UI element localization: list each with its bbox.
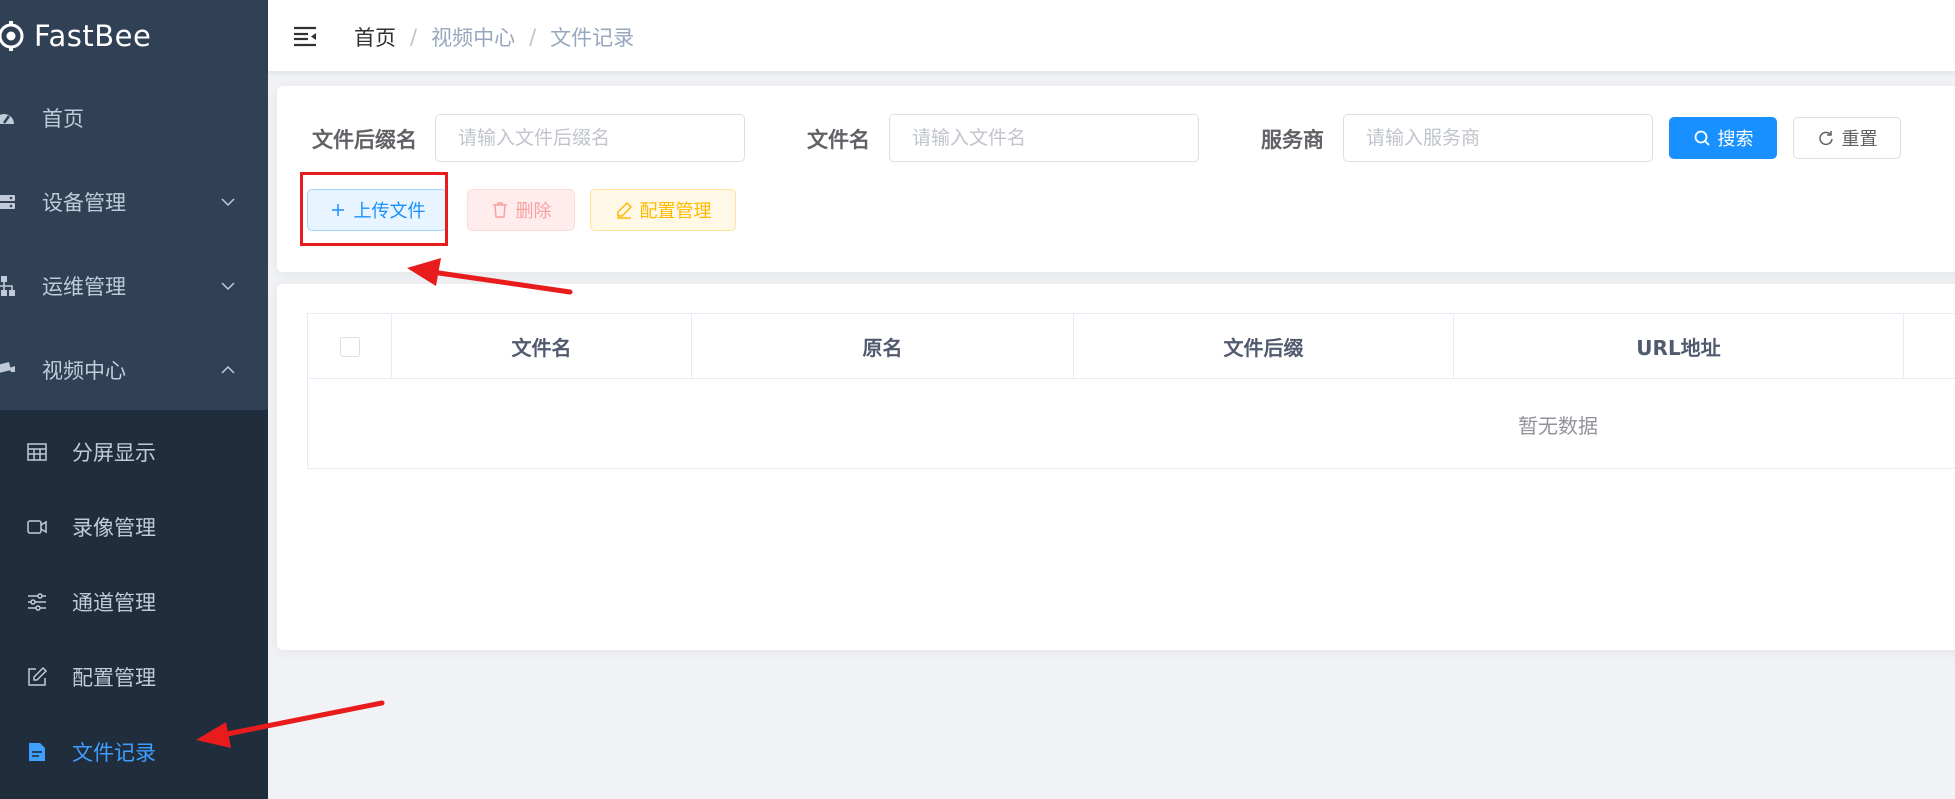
video-submenu: 分屏显示 录像管理 通道管理 配置管理 文件记录 (0, 410, 268, 799)
sidebar-item-label: 设备管理 (42, 191, 126, 215)
column-header-suffix[interactable]: 文件后缀 (1074, 314, 1454, 379)
sidebar-item-video-center[interactable]: 视频中心 (0, 328, 268, 412)
fastbee-logo-icon (0, 21, 24, 51)
column-header-url[interactable]: URL地址 (1454, 314, 1904, 379)
suffix-input[interactable] (435, 114, 745, 162)
sidebar-item-channel-management[interactable]: 通道管理 (0, 564, 268, 639)
config-management-button[interactable]: 配置管理 (590, 189, 736, 231)
reset-button[interactable]: 重置 (1793, 117, 1901, 159)
refresh-icon (1818, 131, 1833, 146)
sidebar-item-label: 文件记录 (72, 740, 156, 765)
select-all-checkbox[interactable] (339, 336, 360, 357)
edit-pen-icon (616, 201, 632, 219)
sidebar-item-file-records[interactable]: 文件记录 (0, 714, 268, 789)
tree-structure-icon (0, 276, 15, 296)
empty-table-text: 暂无数据 (1518, 413, 1598, 438)
column-header-original-name[interactable]: 原名 (692, 314, 1074, 379)
sidebar-item-label: 首页 (42, 107, 84, 131)
chevron-down-icon (221, 282, 235, 291)
sidebar-item-label: 运维管理 (42, 275, 126, 299)
file-records-table: 文件名 原名 文件后缀 URL地址 暂无数据 (307, 313, 1955, 469)
chevron-up-icon (221, 365, 235, 374)
video-icon (27, 519, 47, 534)
breadcrumb-current: 文件记录 (550, 26, 635, 50)
trash-icon (492, 202, 507, 218)
sidebar-item-recording-management[interactable]: 录像管理 (0, 489, 268, 564)
sidebar-item-label: 录像管理 (72, 515, 156, 540)
breadcrumb-home[interactable]: 首页 (354, 22, 396, 52)
camera-icon (0, 362, 15, 373)
filename-input[interactable] (889, 114, 1199, 162)
search-button-label: 搜索 (1717, 129, 1754, 150)
breadcrumb-section: 视频中心 (431, 26, 516, 50)
config-management-button-label: 配置管理 (639, 201, 712, 222)
suffix-label: 文件后缀名 (312, 128, 417, 152)
provider-input[interactable] (1343, 114, 1653, 162)
logo[interactable]: FastBee (0, 0, 268, 72)
sidebar-item-label: 配置管理 (72, 665, 156, 690)
search-icon (1694, 130, 1710, 146)
edit-icon (28, 666, 48, 686)
column-header-filename[interactable]: 文件名 (392, 314, 692, 379)
sidebar-item-label: 分屏显示 (72, 440, 156, 465)
sidebar-item-label: 视频中心 (42, 359, 126, 383)
sidebar-item-config-management[interactable]: 配置管理 (0, 639, 268, 714)
table-card: 文件名 原名 文件后缀 URL地址 暂无数据 (277, 284, 1955, 650)
provider-label: 服务商 (1261, 128, 1324, 152)
select-all-cell (308, 314, 392, 379)
hamburger-menu-icon[interactable] (292, 23, 318, 49)
annotation-highlight-box (300, 172, 448, 246)
sidebar: FastBee 首页 设备管理 运维管理 视频中心 分屏显示 录像管理 通道管理… (0, 0, 268, 799)
logo-text: FastBee (34, 19, 152, 53)
server-icon (0, 195, 15, 209)
top-navbar: 首页 / 视频中心 / 文件记录 (268, 0, 1955, 72)
sidebar-item-ops-management[interactable]: 运维管理 (0, 244, 268, 328)
breadcrumb-separator: / (410, 25, 418, 49)
sidebar-item-split-screen[interactable]: 分屏显示 (0, 414, 268, 489)
sidebar-item-label: 通道管理 (72, 590, 156, 615)
breadcrumb: 首页 / 视频中心 / 文件记录 (354, 22, 634, 52)
delete-button-label: 删除 (515, 201, 552, 222)
table-header: 文件名 原名 文件后缀 URL地址 (308, 314, 1955, 379)
dashboard-icon (0, 114, 14, 124)
delete-button[interactable]: 删除 (467, 189, 575, 231)
reset-button-label: 重置 (1841, 129, 1878, 150)
filename-label: 文件名 (807, 128, 870, 152)
sidebar-item-device-management[interactable]: 设备管理 (0, 160, 268, 244)
chevron-down-icon (221, 198, 235, 207)
sliders-icon (28, 592, 46, 611)
document-icon (29, 742, 45, 761)
app-root: FastBee 首页 设备管理 运维管理 视频中心 分屏显示 录像管理 通道管理… (0, 0, 1955, 799)
search-button[interactable]: 搜索 (1669, 117, 1777, 159)
table-icon (27, 442, 47, 461)
search-form-card: 文件后缀名 文件名 服务商 搜索 重置 上传文件 (277, 86, 1955, 272)
sidebar-item-home[interactable]: 首页 (0, 76, 268, 160)
breadcrumb-separator: / (529, 25, 537, 49)
